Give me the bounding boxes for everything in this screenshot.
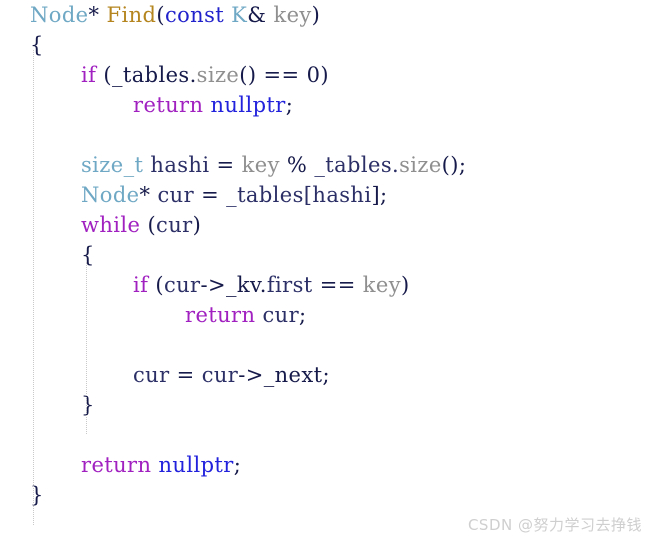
csdn-watermark: CSDN @努力学习去挣钱: [467, 516, 642, 534]
code-token-param: key: [241, 153, 280, 177]
code-token-punct: ;: [285, 93, 294, 117]
code-token-punct: =: [169, 363, 202, 387]
code-token-punct: &: [247, 3, 274, 27]
code-token-punct: ==: [312, 273, 363, 297]
code-token-keyword: if: [133, 273, 149, 297]
code-token-punct: ;: [299, 303, 307, 327]
code-token-member: size: [399, 153, 442, 177]
code-line[interactable]: Node* cur = _tables[hashi];: [0, 180, 656, 210]
code-token-punct: (: [156, 3, 165, 27]
code-line[interactable]: while (cur): [0, 210, 656, 240]
code-line[interactable]: [0, 120, 656, 150]
code-token-punct: ): [192, 213, 202, 237]
code-token-punct: {: [81, 243, 95, 267]
code-token-ident: _tables.: [314, 153, 400, 177]
code-line[interactable]: return nullptr;: [0, 90, 656, 120]
code-token-ident: cur: [157, 183, 195, 207]
code-token-type: Node: [30, 3, 89, 27]
code-line[interactable]: }: [0, 390, 656, 420]
code-token-ident: cur: [133, 363, 170, 387]
code-token-literal: nullptr: [158, 453, 234, 477]
code-token-punct: (: [140, 213, 157, 237]
code-token-punct: {: [30, 33, 44, 57]
code-token-keyword: return: [185, 303, 256, 327]
code-token-func: Find: [106, 3, 157, 27]
code-token-ident: cur: [163, 273, 201, 297]
code-line[interactable]: cur = cur->_next;: [0, 360, 656, 390]
code-token-punct: ->_next;: [238, 363, 330, 387]
code-line[interactable]: return cur;: [0, 300, 656, 330]
code-token-ident: hashi: [312, 183, 372, 207]
code-token-punct: *: [88, 3, 107, 27]
code-token-type: K: [231, 3, 248, 27]
code-line[interactable]: size_t hashi = key % _tables.size();: [0, 150, 656, 180]
code-token-punct: *: [139, 183, 158, 207]
code-listing[interactable]: Node* Find(const K& key){if (_tables.siz…: [0, 0, 656, 510]
code-token-ident: cur: [262, 303, 300, 327]
code-token-ident: first: [266, 273, 313, 297]
code-token-literal: nullptr: [210, 93, 286, 117]
code-line[interactable]: {: [0, 240, 656, 270]
code-token-type: size_t: [81, 153, 144, 177]
code-token-member: size: [196, 63, 240, 87]
code-token-ident: hashi: [150, 153, 210, 177]
code-line[interactable]: [0, 420, 656, 450]
code-line[interactable]: if (_tables.size() == 0): [0, 60, 656, 90]
code-token-keyword: while: [81, 213, 141, 237]
code-token-keyword: return: [133, 93, 204, 117]
code-token-keyword: return: [81, 453, 152, 477]
code-line[interactable]: if (cur->_kv.first == key): [0, 270, 656, 300]
code-token-param: key: [362, 273, 401, 297]
code-token-punct: %: [279, 153, 315, 177]
code-token-punct: =: [194, 183, 227, 207]
code-token-type: Node: [81, 183, 140, 207]
code-token-punct: (_tables.: [96, 63, 197, 87]
code-token-const: const: [164, 3, 225, 27]
code-token-punct: =: [209, 153, 242, 177]
code-token-punct: () == 0): [239, 63, 329, 87]
code-token-punct: ): [401, 273, 410, 297]
code-token-param: key: [273, 3, 312, 27]
code-token-punct: ();: [441, 153, 467, 177]
code-line[interactable]: Node* Find(const K& key): [0, 0, 656, 30]
code-token-punct: ): [311, 3, 321, 27]
code-token-punct: ;: [233, 453, 242, 477]
code-token-ident: cur: [201, 363, 239, 387]
code-token-punct: }: [30, 483, 44, 507]
code-line[interactable]: {: [0, 30, 656, 60]
code-token-ident: cur: [156, 213, 193, 237]
code-token-punct: (: [148, 273, 164, 297]
code-line[interactable]: return nullptr;: [0, 450, 656, 480]
code-token-punct: ];: [371, 183, 388, 207]
code-token-ident: _tables[: [226, 183, 313, 207]
code-token-keyword: if: [81, 63, 97, 87]
code-screenshot: Node* Find(const K& key){if (_tables.siz…: [0, 0, 656, 543]
code-token-punct: ->_kv.: [200, 273, 267, 297]
code-line[interactable]: [0, 330, 656, 360]
code-token-punct: }: [81, 393, 95, 417]
code-line[interactable]: }: [0, 480, 656, 510]
